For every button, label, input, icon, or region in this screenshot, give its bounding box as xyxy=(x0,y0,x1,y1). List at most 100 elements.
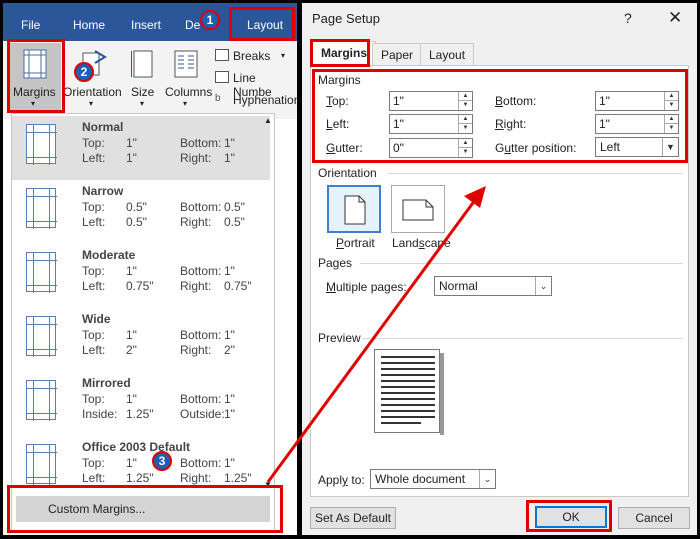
margin-preset-icon xyxy=(26,380,57,421)
margin-preset-value: Bottom: xyxy=(180,456,222,470)
margin-preset-value: 1" xyxy=(126,151,137,165)
margin-preset-title: Mirrored xyxy=(82,376,131,390)
margin-preset-value: Top: xyxy=(82,264,105,278)
margin-preset-value: Left: xyxy=(82,471,106,485)
columns-button[interactable]: Columns ▾ xyxy=(161,43,213,113)
columns-label: Columns xyxy=(165,85,213,99)
margin-preset-icon xyxy=(26,124,57,165)
margin-preset-value: 0.5" xyxy=(126,215,147,229)
margin-preset-value: Top: xyxy=(82,136,105,150)
margin-preset-value: 1" xyxy=(224,456,235,470)
ok-button-highlight xyxy=(526,500,612,532)
margin-preset-value: 0.75" xyxy=(224,279,252,293)
line-numbers-button[interactable]: Line Numbe xyxy=(215,69,297,99)
chevron-down-icon: ▾ xyxy=(281,51,286,60)
hyphenation-button[interactable]: b Hyphenation xyxy=(215,91,297,109)
apply-to-select[interactable]: Whole document ⌄ xyxy=(370,469,496,489)
chevron-down-icon: ▾ xyxy=(89,99,94,108)
margin-preset-value: 1" xyxy=(126,456,137,470)
tab-paper[interactable]: Paper xyxy=(372,43,423,65)
set-as-default-button[interactable]: Set As Default xyxy=(310,507,396,529)
margin-preset-value: 1" xyxy=(224,392,235,406)
margin-preset-2[interactable]: Moderate Top: 1" Bottom: 1" Left: 0.75" Right: 0… xyxy=(12,244,270,308)
margin-preset-value: Left: xyxy=(82,279,106,293)
preview-page xyxy=(374,349,440,433)
margin-preset-value: Right: xyxy=(180,343,212,357)
multiple-pages-value: Normal xyxy=(439,279,478,293)
custom-margins-highlight xyxy=(7,485,283,533)
layout-tab-highlight xyxy=(229,7,295,41)
margins-fields-highlight xyxy=(312,69,688,163)
page-setup-dialog: Page Setup ? ✕ Margins Paper Layout Marg… xyxy=(302,3,697,535)
close-button[interactable]: ✕ xyxy=(668,8,682,28)
orientation-label: Orientation xyxy=(63,85,122,99)
margin-preset-value: Left: xyxy=(82,215,106,229)
margin-preset-value: 1" xyxy=(224,407,235,421)
help-button[interactable]: ? xyxy=(624,10,632,26)
margin-preset-value: Right: xyxy=(180,215,212,229)
dialog-title: Page Setup xyxy=(312,11,380,26)
margin-preset-0[interactable]: Normal Top: 1" Bottom: 1" Left: 1" Right: 1" xyxy=(12,116,270,180)
size-label: Size xyxy=(131,85,155,99)
margin-preset-1[interactable]: Narrow Top: 0.5" Bottom: 0.5" Left: 0.5" Right:… xyxy=(12,180,270,244)
margin-preset-value: 1" xyxy=(126,264,137,278)
margin-preset-value: Top: xyxy=(82,200,105,214)
breaks-button[interactable]: Breaks ▾ xyxy=(215,47,297,65)
step-badge-3: 3 xyxy=(152,451,172,471)
apply-to-value: Whole document xyxy=(375,472,466,486)
margin-preset-value: Right: xyxy=(180,471,212,485)
margin-preset-value: 1" xyxy=(126,328,137,342)
margin-preset-value: Bottom: xyxy=(180,328,222,342)
menu-scrollbar[interactable]: ▲ ▼ xyxy=(262,114,274,494)
margin-preset-title: Wide xyxy=(82,312,111,326)
tab-file[interactable]: File xyxy=(21,3,40,41)
size-button[interactable]: Size ▾ xyxy=(127,43,159,113)
columns-icon xyxy=(174,50,198,78)
margin-preset-icon xyxy=(26,252,57,293)
multiple-pages-label: Multiple pages: xyxy=(326,280,407,294)
tab-home[interactable]: Home xyxy=(73,3,105,41)
tab-insert[interactable]: Insert xyxy=(131,3,161,41)
margin-preset-value: 1" xyxy=(224,151,235,165)
margin-preset-title: Narrow xyxy=(82,184,124,198)
margin-preset-value: 0.5" xyxy=(126,200,147,214)
portrait-icon xyxy=(344,195,366,225)
tab-design[interactable]: De xyxy=(185,3,200,41)
margin-preset-title: Normal xyxy=(82,120,124,134)
margin-preset-value: 2" xyxy=(224,343,235,357)
margin-preset-value: 2" xyxy=(126,343,137,357)
margin-preset-icon xyxy=(26,444,57,485)
margin-preset-value: 1" xyxy=(224,328,235,342)
breaks-label: Breaks xyxy=(233,49,271,63)
portrait-button[interactable] xyxy=(327,185,381,233)
cancel-button[interactable]: Cancel xyxy=(618,507,690,529)
tab-layout-dialog[interactable]: Layout xyxy=(420,43,475,65)
margin-preset-value: 1.25" xyxy=(126,471,154,485)
margin-preset-3[interactable]: Wide Top: 1" Bottom: 1" Left: 2" Right: 2" xyxy=(12,308,270,372)
margin-preset-value: 1" xyxy=(126,136,137,150)
step-badge-2: 2 xyxy=(74,62,94,82)
chevron-down-icon: ▾ xyxy=(183,99,188,108)
margin-preset-icon xyxy=(26,188,57,229)
chevron-down-icon: ▾ xyxy=(140,99,145,108)
landscape-button[interactable] xyxy=(391,185,445,233)
hyphenation-icon: b xyxy=(215,93,221,104)
margin-preset-value: 0.75" xyxy=(126,279,154,293)
scroll-up-icon[interactable]: ▲ xyxy=(264,116,272,125)
margins-button-highlight xyxy=(7,39,65,113)
word-ribbon-panel: File Home Insert De Layout Margins ▾ Ori… xyxy=(3,3,297,535)
multiple-pages-select[interactable]: Normal ⌄ xyxy=(434,276,552,296)
margin-preset-value: Bottom: xyxy=(180,136,222,150)
portrait-label: Portrait xyxy=(336,236,375,250)
margin-preset-value: Top: xyxy=(82,456,105,470)
margin-preset-value: Bottom: xyxy=(180,200,222,214)
margin-preset-value: Top: xyxy=(82,328,105,342)
margin-preset-4[interactable]: Mirrored Top: 1" Bottom: 1" Inside: 1.25" Outsi… xyxy=(12,372,270,436)
step-badge-1: 1 xyxy=(200,10,220,30)
margin-preset-value: Bottom: xyxy=(180,264,222,278)
margin-preset-value: 1.25" xyxy=(224,471,252,485)
line-numbers-icon xyxy=(215,71,229,83)
chevron-down-icon: ⌄ xyxy=(535,277,551,295)
size-icon xyxy=(131,50,153,78)
margin-preset-value: 1.25" xyxy=(126,407,154,421)
